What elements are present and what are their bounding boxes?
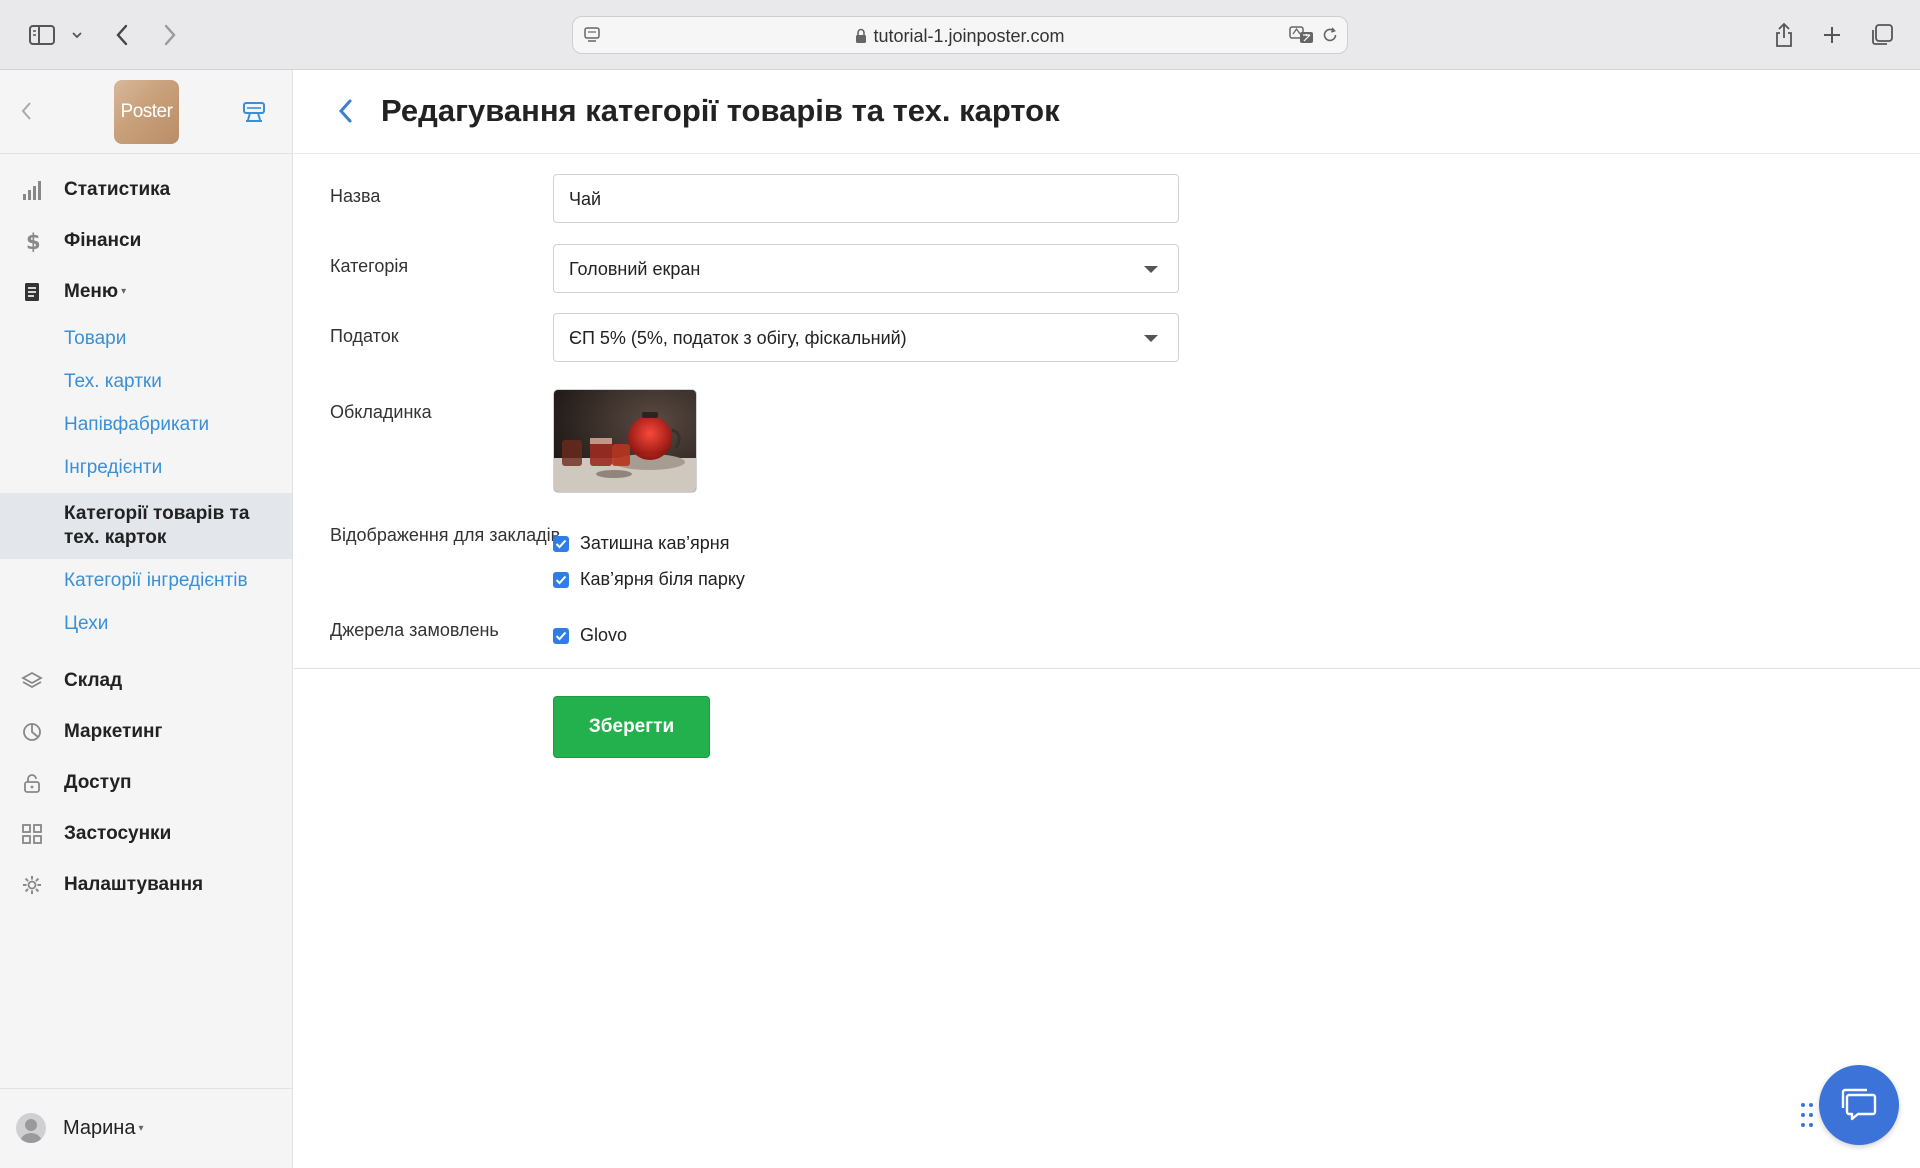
nav-item-settings[interactable]: Налаштування: [0, 859, 292, 910]
logo-text: Poster: [120, 101, 173, 122]
venue-label: Кав’ярня біля парку: [580, 569, 745, 589]
sidebar-item-tech-cards[interactable]: Тех. картки: [0, 360, 292, 403]
nav-label: Застосунки: [64, 822, 172, 844]
sidebar-header: Poster: [0, 70, 292, 154]
sources-label: Джерела замовлень: [330, 620, 499, 640]
tax-value: ЄП 5% (5%, податок з обігу, фіскальний): [569, 328, 907, 348]
nav-label: Статистика: [64, 178, 171, 200]
lock-icon: [21, 772, 43, 794]
avatar: [16, 1113, 46, 1143]
sidebar-toggle-icon[interactable]: [20, 16, 64, 54]
grid-icon: [21, 823, 43, 845]
user-name: Марина: [63, 1117, 136, 1139]
name-input[interactable]: Чай: [553, 174, 1179, 223]
name-value: Чай: [569, 189, 602, 209]
nav-item-menu[interactable]: Меню ▾: [0, 266, 292, 317]
sidebar-item-product-categories[interactable]: Категорії товарів та тех. карток: [0, 493, 292, 559]
tax-label: Податок: [330, 326, 399, 346]
checkbox-checked-icon[interactable]: [553, 571, 569, 588]
translate-icon[interactable]: [1289, 25, 1315, 45]
nav-label: Меню: [64, 280, 119, 302]
drag-handle-icon[interactable]: [1800, 1102, 1814, 1128]
cover-label: Обкладинка: [330, 402, 432, 422]
sidebar: Poster Статистика $ Фінанси Меню ▾ Товари: [0, 70, 293, 1168]
user-menu[interactable]: Марина ▾: [0, 1088, 292, 1168]
address-bar[interactable]: tutorial-1.joinposter.com: [572, 16, 1348, 54]
dollar-icon: $: [21, 230, 43, 252]
share-icon[interactable]: [1764, 16, 1804, 54]
nav-label: Склад: [64, 669, 123, 691]
new-tab-icon[interactable]: [1812, 16, 1852, 54]
nav-item-apps[interactable]: Застосунки: [0, 808, 292, 859]
sidebar-item-ingredient-categories[interactable]: Категорії інгредієнтів: [0, 559, 292, 602]
category-select[interactable]: Головний екран: [553, 244, 1179, 293]
svg-text:$: $: [26, 230, 41, 252]
venue-checkbox-2[interactable]: Кав’ярня біля парку: [553, 569, 745, 590]
source-checkbox-glovo[interactable]: Glovo: [553, 625, 627, 646]
sidebar-item-workshops[interactable]: Цехи: [0, 602, 292, 645]
user-name-wrap: Марина ▾: [63, 1117, 144, 1140]
main-content: Редагування категорії товарів та тех. ка…: [294, 70, 1920, 1168]
url-text: tutorial-1.joinposter.com: [573, 26, 1347, 49]
poster-logo[interactable]: Poster: [114, 80, 179, 144]
pie-icon: [21, 721, 43, 743]
name-label: Назва: [330, 186, 381, 206]
category-label: Категорія: [330, 256, 409, 276]
dropdown-arrow-icon: [1144, 335, 1158, 342]
venue-checkbox-1[interactable]: Затишна кав’ярня: [553, 533, 729, 554]
checkbox-checked-icon[interactable]: [553, 535, 569, 552]
browser-back-icon[interactable]: [102, 16, 142, 54]
nav-label: Маркетинг: [64, 720, 163, 742]
support-chat-button[interactable]: [1819, 1065, 1899, 1145]
caret-down-icon: ▾: [138, 1123, 144, 1134]
page-header: Редагування категорії товарів та тех. ка…: [294, 70, 1920, 154]
sidebar-item-semi-products[interactable]: Напівфабрикати: [0, 403, 292, 446]
nav-item-statistics[interactable]: Статистика: [0, 164, 292, 215]
reload-icon[interactable]: [1321, 26, 1339, 44]
lock-icon: [855, 28, 867, 49]
cover-image[interactable]: [553, 389, 697, 493]
display-label: Відображення для закладів: [330, 525, 561, 545]
nav-item-warehouse[interactable]: Склад: [0, 655, 292, 706]
venue-label: Затишна кав’ярня: [580, 533, 730, 553]
checkbox-checked-icon[interactable]: [553, 627, 569, 644]
gear-icon: [21, 874, 43, 896]
chevron-down-icon[interactable]: [62, 16, 92, 54]
menu-submenu: Товари Тех. картки Напівфабрикати Інгред…: [0, 317, 292, 645]
sidebar-item-ingredients[interactable]: Інгредієнти: [0, 446, 292, 489]
chat-icon: [1840, 1088, 1878, 1122]
sidebar-item-products[interactable]: Товари: [0, 317, 292, 360]
dropdown-arrow-icon: [1144, 266, 1158, 273]
nav-label: Налаштування: [64, 873, 204, 895]
nav-label: Фінанси: [64, 229, 142, 251]
pos-terminal-icon[interactable]: [241, 100, 267, 124]
layers-icon: [21, 670, 43, 692]
form-divider: [294, 668, 1920, 669]
tax-select[interactable]: ЄП 5% (5%, податок з обігу, фіскальний): [553, 313, 1179, 362]
save-button[interactable]: Зберегти: [553, 696, 710, 758]
source-label: Glovo: [580, 625, 628, 645]
bar-chart-icon: [21, 179, 43, 201]
url-value: tutorial-1.joinposter.com: [873, 26, 1065, 46]
back-arrow-icon[interactable]: [330, 96, 360, 126]
nav-label-wrap: Меню ▾: [64, 281, 126, 303]
nav-item-marketing[interactable]: Маркетинг: [0, 706, 292, 757]
nav-item-finance[interactable]: $ Фінанси: [0, 215, 292, 266]
browser-toolbar: tutorial-1.joinposter.com: [0, 0, 1920, 70]
main-navigation: Статистика $ Фінанси Меню ▾ Товари Тех. к…: [0, 154, 292, 910]
nav-label: Доступ: [64, 771, 132, 793]
document-icon: [21, 281, 43, 303]
tabs-overview-icon[interactable]: [1862, 16, 1902, 54]
caret-down-icon: ▾: [121, 285, 127, 297]
category-value: Головний екран: [569, 259, 701, 279]
browser-forward-icon[interactable]: [150, 16, 190, 54]
collapse-sidebar-icon[interactable]: [20, 100, 32, 122]
nav-item-access[interactable]: Доступ: [0, 757, 292, 808]
page-title: Редагування категорії товарів та тех. ка…: [381, 93, 1060, 128]
